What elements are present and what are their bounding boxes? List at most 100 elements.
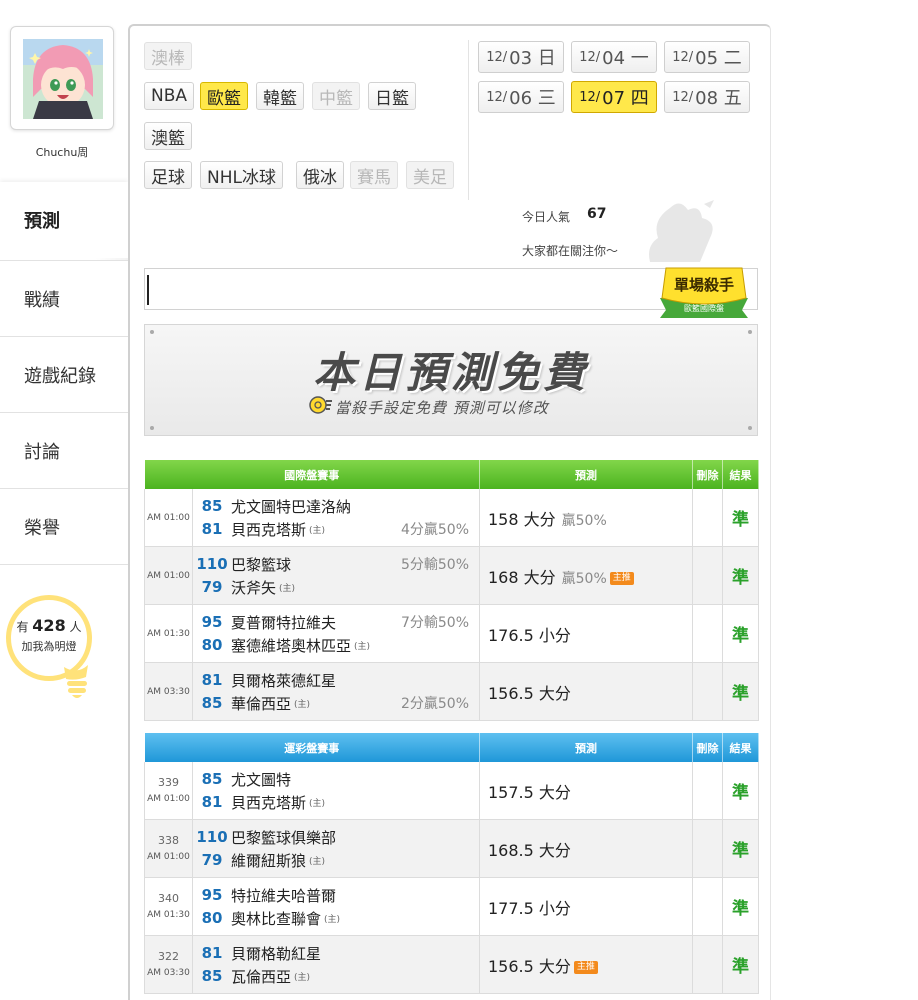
screw (748, 330, 752, 334)
fans-suffix: 人 (69, 620, 82, 634)
game-code: 339 (158, 775, 179, 789)
popularity-value: 67 (587, 206, 607, 222)
nav-item-game-log[interactable]: 遊戲紀錄 (0, 336, 128, 412)
sport-chip-aus-baseball[interactable]: 澳棒 (144, 42, 192, 70)
date-button-1208[interactable]: 12/08 五 (664, 81, 750, 113)
left-sidebar: Chuchu周 預測 戰績 遊戲紀錄 討論 榮譽 有 428 人 加我為明燈 (0, 0, 128, 1000)
date-button-1204[interactable]: 12/04 一 (571, 41, 657, 73)
game-code-time: 340 AM 01:30 (144, 877, 193, 936)
table-row: 322 AM 03:30 81 貝爾格勒紅星 85 瓦倫西亞 (主) 156.5 大分主… (144, 935, 759, 994)
date-button-1207[interactable]: 12/07 四 (571, 81, 657, 113)
home-team: 貝西克塔斯 (231, 793, 307, 812)
game-time: AM 03:30 (144, 662, 193, 721)
sport-chip-horse-racing[interactable]: 賽馬 (350, 161, 398, 189)
date-button-1205[interactable]: 12/05 二 (664, 41, 750, 73)
avatar-frame[interactable] (10, 26, 114, 130)
handicap-text: 7分輸50% (400, 615, 469, 631)
game-code: 322 (158, 949, 179, 963)
avatar[interactable] (23, 39, 103, 119)
screw (150, 330, 154, 334)
banner-subtitle: 當殺手設定免費 預測可以修改 (335, 399, 549, 417)
nav-item-honor[interactable]: 榮譽 (0, 488, 128, 564)
home-marker: (主) (309, 525, 326, 536)
col-header-delete: 刪除 (692, 733, 723, 762)
nav-item-discussion[interactable]: 討論 (0, 412, 128, 488)
away-team: 尤文圖特 (231, 770, 292, 789)
sport-chip-nhl[interactable]: NHL冰球 (200, 161, 283, 189)
banner-title: 本日預測免費 (312, 348, 589, 397)
prediction-cell: 156.5 大分 主推 (479, 935, 693, 994)
fans-caption: 加我為明燈 (21, 640, 77, 653)
text-caret (147, 275, 149, 305)
away-score: 110 (196, 828, 228, 846)
sport-chip-japan-basketball[interactable]: 日籃 (368, 82, 416, 110)
prediction-text: 177.5 小分 (488, 898, 571, 918)
popularity-caption: 大家都在關注你～ (522, 244, 619, 258)
sport-chip-aus-basketball[interactable]: 澳籃 (144, 122, 192, 150)
home-marker: (主) (324, 914, 341, 925)
away-team: 特拉維夫哈普爾 (231, 886, 337, 905)
away-team: 巴黎籃球 (231, 555, 292, 574)
fans-count-line: 有 428 人 (11, 616, 87, 635)
date-month: 12/ (579, 89, 601, 105)
win-rate-text: 贏50% (561, 570, 607, 587)
home-marker: (主) (294, 699, 311, 710)
time-text: AM 03:30 (147, 686, 190, 697)
home-marker: (主) (279, 583, 296, 594)
delete-cell (692, 819, 723, 878)
date-button-1206[interactable]: 12/06 三 (478, 81, 564, 113)
result-correct: 準 (722, 662, 759, 721)
nav-item-predict[interactable]: 預測 (0, 182, 128, 258)
home-score: 85 (201, 694, 223, 712)
sport-chip-korea-basketball[interactable]: 韓籃 (256, 82, 304, 110)
delete-cell (692, 762, 723, 820)
match-cell: 81 貝爾格萊德紅星 85 華倫西亞 (主) 2分贏50% (192, 662, 480, 721)
prediction-cell: 176.5 小分 (479, 604, 693, 663)
match-cell: 110 巴黎籃球 5分輸50% 79 沃斧矢 (主) (192, 546, 480, 605)
home-team: 奧林比查聯會 (231, 909, 322, 928)
away-score: 81 (201, 944, 223, 962)
game-time: AM 01:00 (144, 489, 193, 547)
col-header-prediction: 預測 (479, 460, 693, 489)
delete-cell (692, 546, 723, 605)
sport-chip-euro-basketball[interactable]: 歐籃 (200, 82, 248, 110)
sport-chip-china-basketball[interactable]: 中籃 (312, 82, 360, 110)
sport-chip-soccer[interactable]: 足球 (144, 161, 192, 189)
col-header-match: 國際盤賽事 (144, 460, 480, 489)
home-score: 80 (201, 636, 223, 654)
prediction-cell: 156.5 大分 (479, 662, 693, 721)
lightbulb-icon (64, 665, 88, 698)
time-text: AM 01:00 (147, 793, 190, 804)
username: Chuchu周 (35, 146, 89, 159)
away-team: 貝爾格勒紅星 (231, 944, 322, 963)
away-team: 尤文圖特巴達洛納 (231, 497, 352, 516)
date-button-1203[interactable]: 12/03 日 (478, 41, 564, 73)
popularity-label: 今日人氣 (522, 210, 571, 224)
date-month: 12/ (486, 49, 508, 65)
screw (150, 426, 154, 430)
delete-cell (692, 662, 723, 721)
table-row: AM 01:00 110 巴黎籃球 5分輸50% 79 沃斧矢 (主) 168 大分 贏5… (144, 546, 759, 605)
table-row: AM 01:30 95 夏普爾特拉維夫 7分輸50% 80 塞德維塔奧林匹亞 (主) 1… (144, 604, 759, 663)
away-score: 85 (201, 770, 223, 788)
table-header: 國際盤賽事 預測 刪除 結果 (144, 460, 759, 489)
match-cell: 110 巴黎籃球俱樂部 79 維爾紐斯狼 (主) (192, 819, 480, 878)
away-score: 110 (196, 555, 228, 573)
date-day: 03 日 (509, 48, 556, 69)
game-code: 338 (158, 833, 179, 847)
result-correct: 準 (722, 546, 759, 605)
home-team: 塞德維塔奧林匹亞 (231, 636, 352, 655)
featured-badge: 主推 (609, 571, 634, 585)
sport-chip-russia-hockey[interactable]: 俄冰 (296, 161, 344, 189)
nav-item-record[interactable]: 戰績 (0, 260, 128, 336)
sport-chip-nba[interactable]: NBA (144, 82, 195, 110)
home-team: 瓦倫西亞 (231, 967, 292, 986)
time-text: AM 03:30 (147, 967, 190, 978)
header-divider (468, 40, 469, 200)
time-text: AM 01:00 (147, 851, 190, 862)
date-day: 04 一 (602, 48, 649, 69)
handicap-text: 4分贏50% (400, 522, 469, 538)
prediction-cell: 158 大分 贏50% (479, 489, 693, 547)
game-code-time: 322 AM 03:30 (144, 935, 193, 994)
sport-chip-american-football[interactable]: 美足 (406, 161, 454, 189)
